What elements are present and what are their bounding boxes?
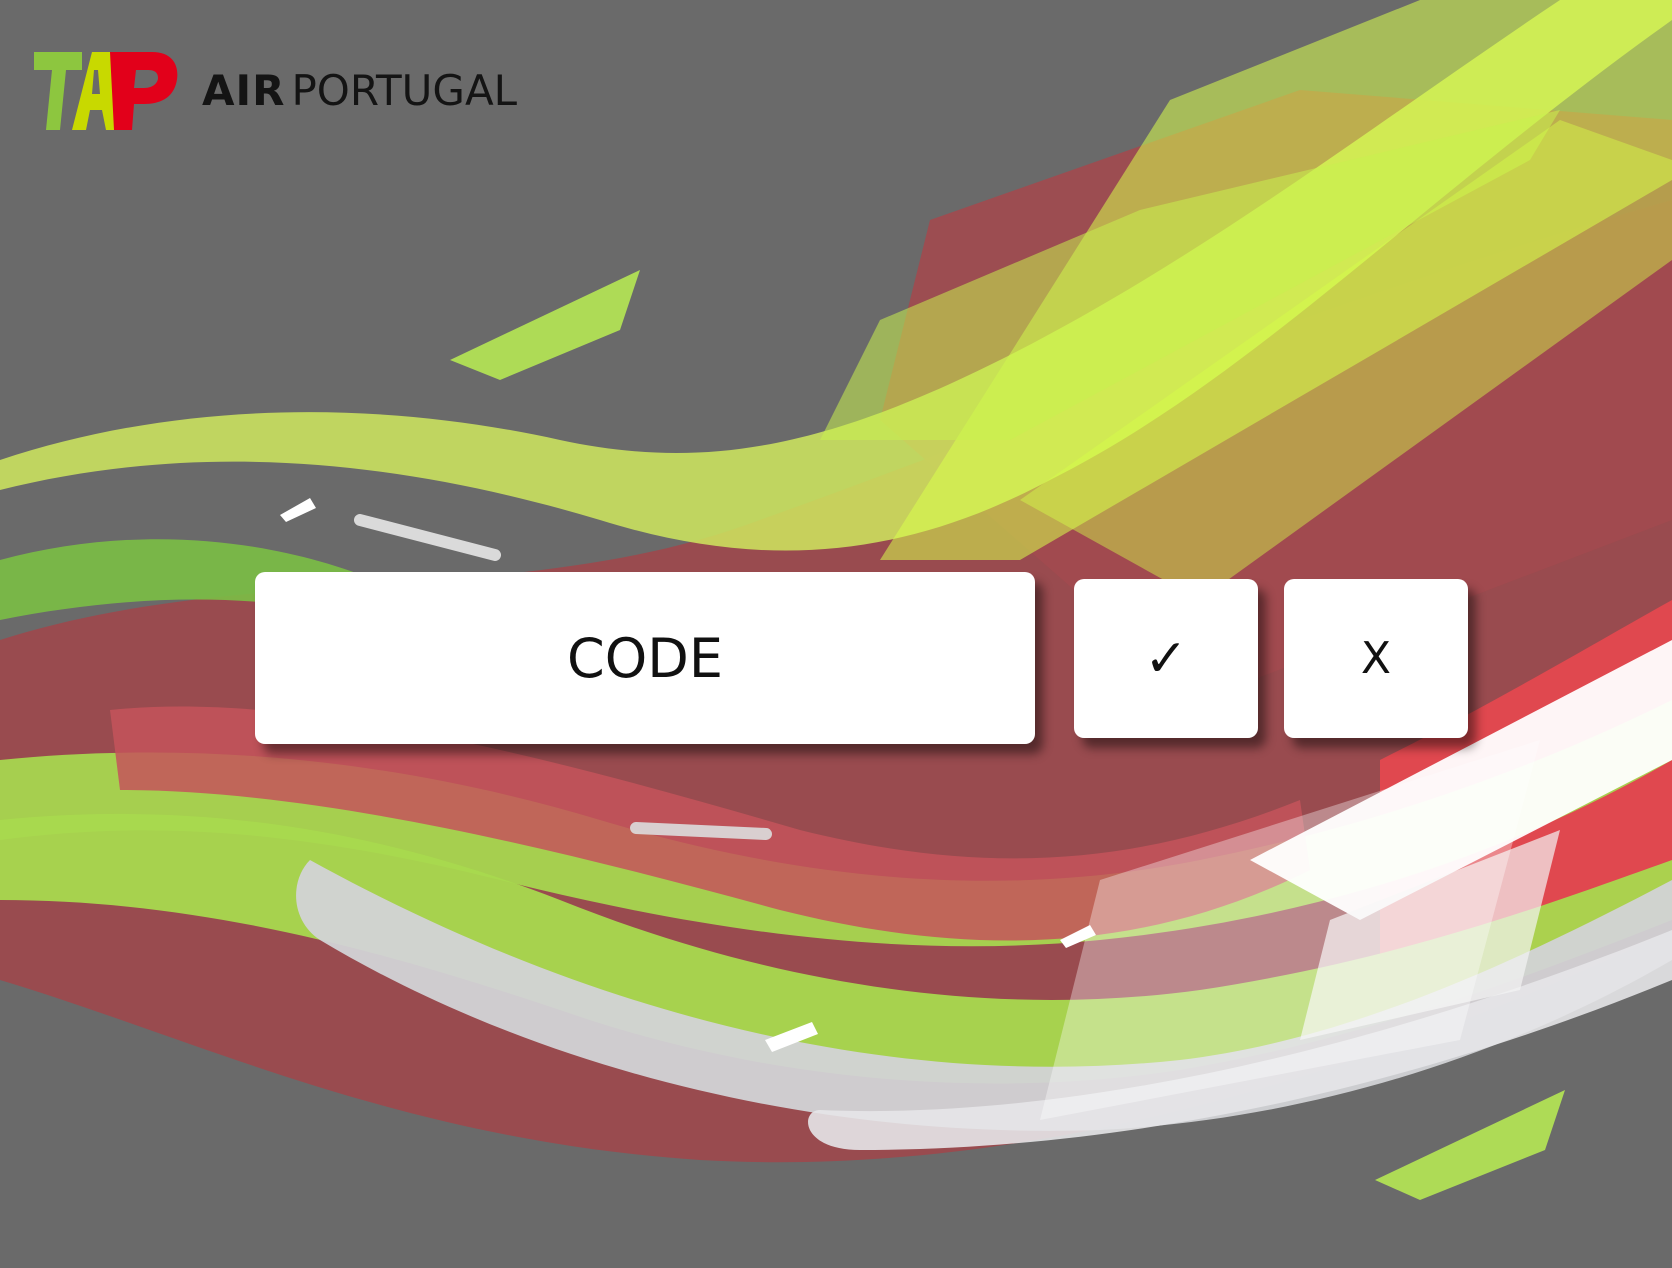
close-icon: X — [1360, 633, 1392, 684]
brand-name-portugal: PORTUGAL — [291, 66, 518, 115]
cancel-button[interactable]: X — [1284, 579, 1468, 738]
checkmark-icon: ✓ — [1144, 628, 1188, 689]
brand-name-air: AIR — [202, 66, 286, 115]
tap-air-portugal-logo: AIR PORTUGAL — [34, 46, 517, 136]
brand-name: AIR PORTUGAL — [202, 70, 517, 112]
tap-logo-icon — [34, 52, 178, 130]
code-entry-screen: AIR PORTUGAL CODE ✓ X — [0, 0, 1672, 1268]
code-input[interactable]: CODE — [255, 572, 1035, 744]
confirm-button[interactable]: ✓ — [1074, 579, 1258, 738]
code-input-label: CODE — [567, 626, 723, 690]
